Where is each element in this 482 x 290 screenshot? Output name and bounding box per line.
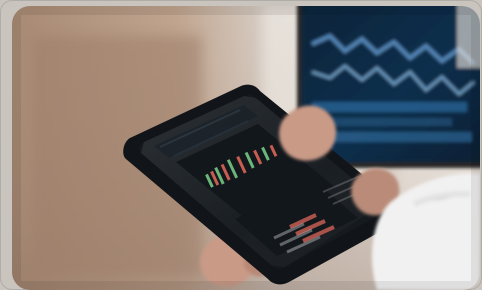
image-frame <box>0 0 482 290</box>
photo <box>12 6 480 290</box>
photo-scene <box>12 6 480 290</box>
